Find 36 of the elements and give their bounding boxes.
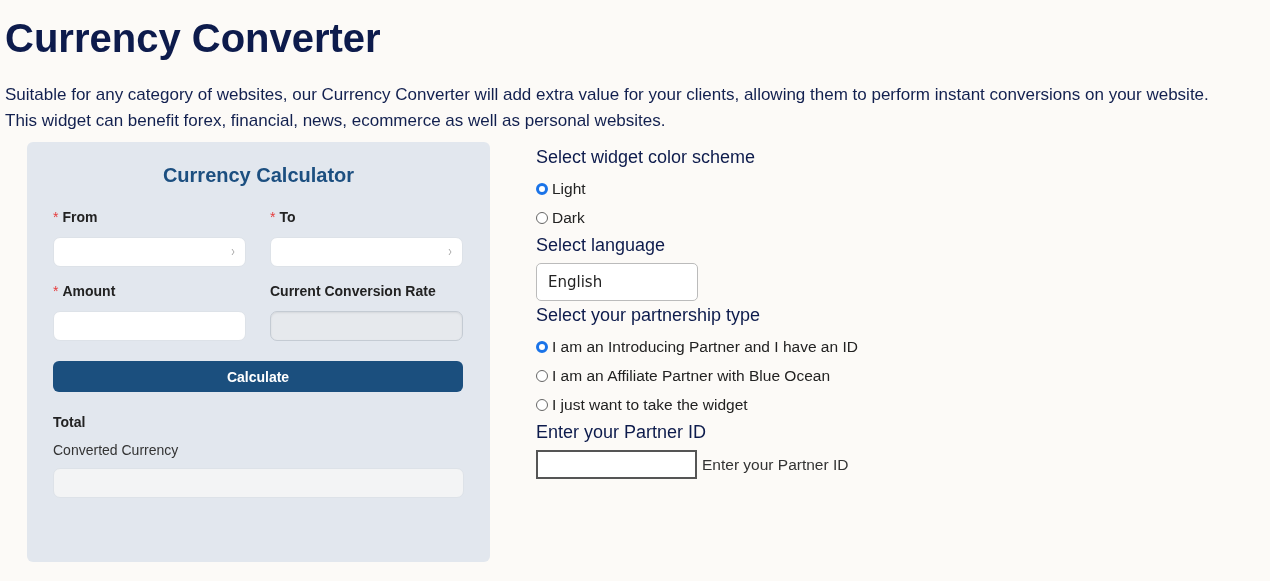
field-label: To [279, 209, 296, 225]
required-asterisk: * [270, 209, 276, 225]
section-heading: Select widget color scheme [536, 146, 757, 169]
section-heading: Enter your Partner ID [536, 421, 708, 444]
total-label: Total [53, 414, 87, 430]
required-asterisk: * [53, 283, 59, 299]
description-text: Suitable for any category of websites, our Currency Converter will add extra value for your clients, allowing them to perform instant conversions on your website. [5, 84, 1210, 106]
radio-label[interactable]: Light [552, 179, 586, 198]
calculate-button[interactable]: Calculate [53, 361, 463, 392]
field-label: Current Conversion Rate [270, 283, 436, 299]
radio-button[interactable] [536, 398, 548, 411]
radio-button[interactable] [536, 369, 548, 382]
input-field[interactable] [53, 311, 246, 341]
language-select[interactable]: English [536, 263, 698, 301]
select-field[interactable] [270, 237, 463, 267]
caret-icon [231, 248, 235, 256]
radio-button[interactable] [536, 182, 548, 195]
radio-label[interactable]: I am an Affiliate Partner with Blue Ocean [552, 366, 830, 385]
radio-label[interactable]: Dark [552, 208, 585, 227]
select-field[interactable] [53, 237, 246, 267]
calculator-title: Currency Calculator [161, 164, 356, 187]
description-text: This widget can benefit forex, financial, news, ecommerce as well as personal websites. [5, 110, 667, 132]
field-label: Amount [62, 283, 116, 299]
result-label: Converted Currency [53, 442, 180, 458]
radio-button[interactable] [536, 340, 548, 353]
page-title: Currency Converter [5, 15, 382, 62]
radio-label[interactable]: I just want to take the widget [552, 395, 748, 414]
radio-label[interactable]: I am an Introducing Partner and I have an ID [552, 337, 858, 356]
caret-icon [448, 248, 452, 256]
section-heading: Select language [536, 234, 667, 257]
section-heading: Select your partnership type [536, 304, 762, 327]
field-label: From [62, 209, 98, 225]
partner-id-field[interactable] [536, 450, 697, 479]
field-hint: Enter your Partner ID [702, 455, 849, 474]
radio-button[interactable] [536, 211, 548, 224]
required-asterisk: * [53, 209, 59, 225]
